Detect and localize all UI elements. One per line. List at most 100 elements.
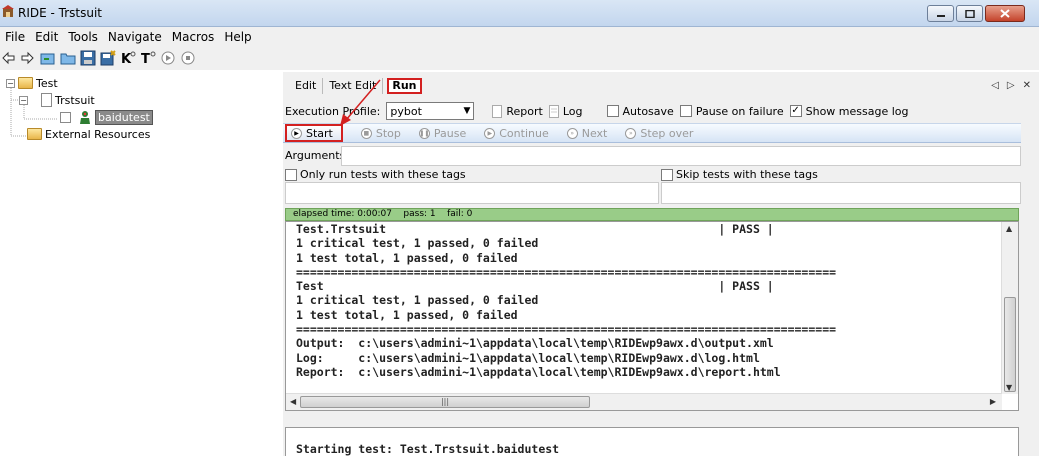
arguments-label: Arguments: bbox=[285, 149, 350, 162]
save-all-icon bbox=[100, 50, 116, 66]
checkbox-unchecked-icon bbox=[606, 105, 619, 117]
only-run-tags-label: Only run tests with these tags bbox=[300, 168, 466, 181]
search-tests-button[interactable]: T bbox=[140, 50, 156, 66]
message-log-text: Starting test: Test.Trstsuit.baidutest bbox=[296, 442, 560, 456]
vertical-scrollbar[interactable]: ▲ ▼ bbox=[1001, 222, 1018, 394]
arguments-input[interactable] bbox=[341, 146, 1021, 166]
include-tags-input[interactable] bbox=[285, 182, 659, 204]
toolbar: K T bbox=[0, 46, 1039, 70]
maximize-button[interactable] bbox=[956, 5, 983, 22]
checkbox-checked-icon: ✓ bbox=[789, 105, 802, 117]
tab-bar: Edit Text Edit Run bbox=[283, 76, 422, 96]
pause-on-failure-label: Pause on failure bbox=[695, 104, 784, 118]
scroll-down-icon[interactable]: ▼ bbox=[1006, 383, 1012, 392]
svg-text:K: K bbox=[121, 52, 132, 66]
exec-profile-select[interactable]: pybot ▼ bbox=[386, 102, 475, 120]
step-over-button[interactable]: » Step over bbox=[625, 127, 693, 140]
step-over-icon: » bbox=[625, 127, 637, 139]
exec-profile-label: Execution Profile: bbox=[285, 104, 381, 118]
tab-text-edit[interactable]: Text Edit bbox=[323, 78, 384, 94]
log-label: Log bbox=[562, 104, 583, 118]
menu-bar: File Edit Tools Navigate Macros Help bbox=[0, 27, 1039, 46]
next-label: Next bbox=[581, 126, 608, 140]
menu-file[interactable]: File bbox=[0, 30, 30, 44]
open-button[interactable] bbox=[60, 50, 76, 66]
tab-navigation: ◁ ▷ ✕ bbox=[991, 80, 1031, 91]
execution-options: Execution Profile: pybot ▼ Report Log Au… bbox=[285, 101, 909, 121]
close-button[interactable] bbox=[985, 5, 1025, 22]
run-button[interactable] bbox=[160, 50, 176, 66]
tree-node-baidutest[interactable]: baidutest bbox=[60, 109, 153, 125]
checkbox-unchecked-icon bbox=[285, 168, 297, 181]
minimize-button[interactable] bbox=[927, 5, 954, 22]
folder-icon bbox=[60, 53, 76, 65]
horizontal-scroll-thumb[interactable]: ||| bbox=[300, 396, 590, 408]
tree-node-label: baidutest bbox=[95, 109, 153, 125]
stop-button[interactable]: ■ Stop bbox=[360, 127, 401, 140]
test-checkbox[interactable] bbox=[60, 111, 71, 123]
tab-prev-icon[interactable]: ◁ bbox=[991, 80, 999, 91]
horizontal-scrollbar[interactable]: ◀ ||| ▶ bbox=[286, 393, 1002, 410]
skip-tags-label: Skip tests with these tags bbox=[676, 168, 818, 181]
test-case-icon bbox=[80, 110, 90, 124]
stop-button[interactable] bbox=[180, 50, 196, 66]
execution-status-bar: elapsed time: 0:00:07 pass: 1 fail: 0 bbox=[285, 208, 1019, 221]
ride-app-icon bbox=[2, 5, 14, 17]
menu-help[interactable]: Help bbox=[219, 30, 256, 44]
start-button[interactable]: ▶ Start bbox=[285, 124, 343, 142]
report-button[interactable]: Report bbox=[492, 104, 543, 118]
search-keywords-button[interactable]: K bbox=[120, 50, 136, 66]
run-controls: ▶ Start ■ Stop ❚❚ Pause ▶ Continue » Nex… bbox=[283, 123, 1021, 143]
scroll-left-icon[interactable]: ◀ bbox=[290, 397, 296, 406]
skip-tags-checkbox[interactable]: Skip tests with these tags bbox=[661, 168, 818, 181]
menu-edit[interactable]: Edit bbox=[30, 30, 63, 44]
save-button[interactable] bbox=[80, 50, 96, 66]
tab-next-icon[interactable]: ▷ bbox=[1007, 80, 1015, 91]
continue-button[interactable]: ▶ Continue bbox=[484, 127, 549, 140]
back-button[interactable] bbox=[0, 50, 16, 66]
vertical-scroll-thumb[interactable] bbox=[1004, 297, 1016, 392]
open-directory-button[interactable] bbox=[40, 50, 56, 66]
forward-button[interactable] bbox=[20, 50, 36, 66]
start-label: Start bbox=[306, 126, 333, 140]
tab-edit[interactable]: Edit bbox=[289, 78, 324, 94]
stop-icon: ■ bbox=[360, 127, 372, 139]
tree-node-label: External Resources bbox=[45, 127, 151, 141]
test-search-icon: T bbox=[141, 51, 156, 66]
autosave-label: Autosave bbox=[622, 104, 674, 118]
console-output[interactable]: Test.Trstsuit | PASS | 1 critical test, … bbox=[285, 221, 1019, 411]
pause-on-failure-checkbox[interactable]: Pause on failure bbox=[679, 104, 784, 118]
report-icon bbox=[492, 104, 503, 118]
minimize-icon bbox=[936, 14, 945, 17]
show-message-log-label: Show message log bbox=[805, 104, 909, 118]
pause-button[interactable]: ❚❚ Pause bbox=[418, 127, 466, 140]
only-run-tags-checkbox[interactable]: Only run tests with these tags bbox=[285, 168, 466, 181]
message-log-output[interactable]: Starting test: Test.Trstsuit.baidutest bbox=[285, 427, 1019, 456]
tree-node-label: Trstsuit bbox=[55, 93, 95, 107]
scroll-right-icon[interactable]: ▶ bbox=[990, 397, 996, 406]
close-icon bbox=[1000, 9, 1010, 18]
arrow-left-icon bbox=[2, 51, 15, 65]
log-icon bbox=[548, 104, 559, 118]
play-circle-icon bbox=[161, 51, 175, 65]
menu-tools[interactable]: Tools bbox=[63, 30, 103, 44]
show-message-log-checkbox[interactable]: ✓ Show message log bbox=[789, 104, 909, 118]
report-label: Report bbox=[506, 104, 543, 118]
continue-icon: ▶ bbox=[484, 127, 496, 139]
tab-run[interactable]: Run bbox=[387, 78, 422, 94]
save-all-button[interactable] bbox=[100, 50, 116, 66]
exclude-tags-input[interactable] bbox=[661, 182, 1021, 204]
menu-navigate[interactable]: Navigate bbox=[103, 30, 167, 44]
dropdown-arrow-icon: ▼ bbox=[463, 106, 471, 116]
tree-lines bbox=[10, 88, 58, 137]
autosave-checkbox[interactable]: Autosave bbox=[606, 104, 674, 118]
next-button[interactable]: » Next bbox=[566, 126, 608, 140]
checkbox-unchecked-icon bbox=[661, 168, 673, 181]
scroll-up-icon[interactable]: ▲ bbox=[1006, 224, 1012, 233]
save-icon bbox=[80, 50, 96, 66]
title-bar: RIDE - Trstsuit bbox=[0, 0, 1039, 27]
log-button[interactable]: Log bbox=[548, 104, 583, 118]
menu-macros[interactable]: Macros bbox=[167, 30, 220, 44]
checkbox-unchecked-icon bbox=[679, 105, 692, 117]
tab-close-icon[interactable]: ✕ bbox=[1023, 80, 1031, 91]
